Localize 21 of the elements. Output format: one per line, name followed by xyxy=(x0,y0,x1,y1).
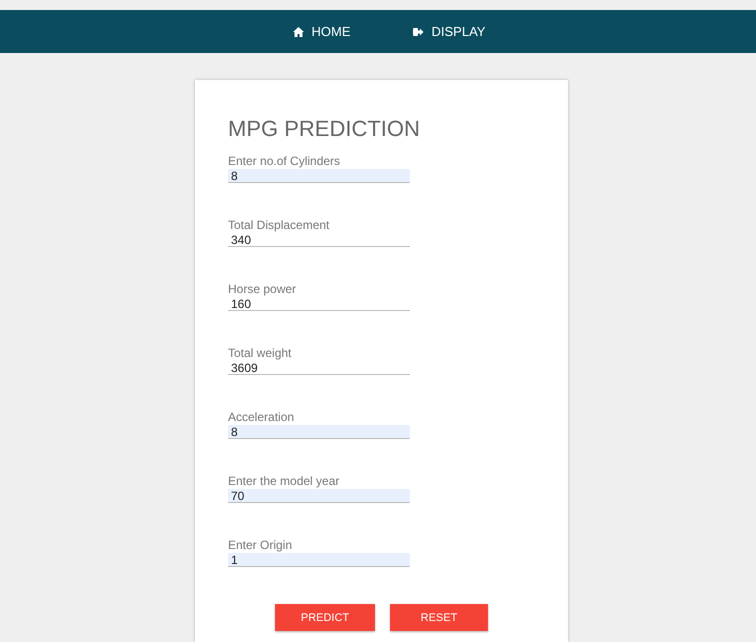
input-field[interactable]: 340 xyxy=(228,233,410,247)
input-field[interactable]: 8 xyxy=(228,169,410,183)
field-label: Enter no.of Cylinders xyxy=(228,154,342,168)
nav-link[interactable]: DISPLAY xyxy=(412,24,486,39)
reset-button[interactable]: RESET xyxy=(390,604,488,631)
field-label: Enter the model year xyxy=(228,474,340,488)
input-field[interactable]: 3609 xyxy=(228,361,410,375)
form-title: MPG PREDICTION xyxy=(228,116,421,142)
field-label: Total weight xyxy=(228,346,292,360)
field-label: Acceleration xyxy=(228,410,296,424)
input-field[interactable]: 1 xyxy=(228,553,410,567)
field-label: Horse power xyxy=(228,282,298,296)
input-field[interactable]: 8 xyxy=(228,425,410,439)
field-label: Enter Origin xyxy=(228,538,294,552)
home-icon xyxy=(292,26,304,36)
input-field[interactable]: 70 xyxy=(228,489,410,503)
predict-button[interactable]: PREDICT xyxy=(275,604,375,631)
input-field[interactable]: 160 xyxy=(228,297,410,311)
nav-link[interactable]: HOME xyxy=(292,24,351,39)
field-label: Total Displacement xyxy=(228,218,330,232)
sign-out-icon xyxy=(412,26,424,36)
